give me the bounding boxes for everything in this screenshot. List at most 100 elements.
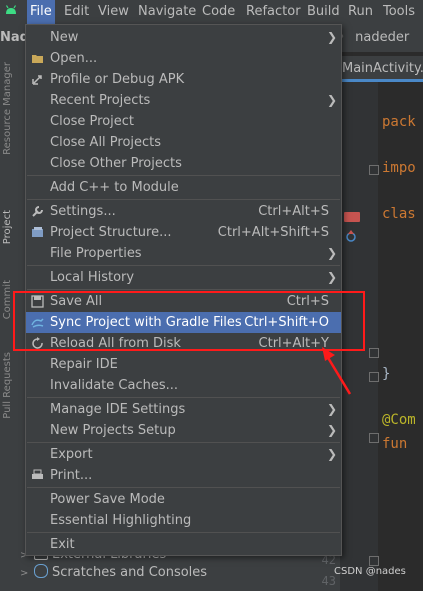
fold-marker-icon[interactable] — [369, 372, 379, 382]
menu-separator — [27, 397, 340, 398]
code-line: impo — [382, 160, 416, 176]
menu-separator — [27, 175, 340, 176]
menu-tools[interactable]: Tools — [380, 0, 415, 24]
side-tab-pull-requests[interactable]: Pull Requests — [2, 352, 13, 419]
submenu-arrow-icon: ❯ — [326, 402, 337, 416]
menu-item-repair-ide[interactable]: Repair IDE — [26, 354, 341, 375]
menu-item-label: Essential Highlighting — [50, 513, 192, 528]
menu-item-new-projects-setup[interactable]: New Projects Setup ❯ — [26, 420, 341, 441]
fold-marker-icon[interactable] — [369, 433, 379, 443]
menu-separator — [27, 199, 340, 200]
tree-item-scratches[interactable]: > Scratches and Consoles — [20, 563, 207, 583]
editor-tab-bar: MainActivity.kt — [340, 56, 423, 82]
menu-item-essential-highlighting[interactable]: Essential Highlighting — [26, 510, 341, 531]
code-line: } — [382, 366, 391, 382]
side-tab-project[interactable]: Project — [2, 210, 13, 244]
menu-item-file-properties[interactable]: File Properties ❯ — [26, 243, 341, 264]
menu-separator — [27, 265, 340, 266]
menu-item-label: Project Structure... — [50, 225, 172, 240]
scratches-icon — [34, 564, 48, 578]
menu-item-exit[interactable]: Exit — [26, 534, 341, 555]
code-line: pack — [382, 114, 416, 130]
submenu-arrow-icon: ❯ — [326, 246, 337, 260]
code-editor[interactable]: pack impo clas } @Com fun — [378, 82, 423, 591]
menu-separator — [27, 487, 340, 488]
menu-run[interactable]: Run — [345, 0, 373, 24]
project-structure-icon — [32, 227, 43, 237]
menu-separator — [27, 442, 340, 443]
submenu-arrow-icon: ❯ — [326, 270, 337, 284]
menu-item-label: New — [50, 30, 79, 45]
menu-item-manage-ide-settings[interactable]: Manage IDE Settings ❯ — [26, 399, 341, 420]
menu-build[interactable]: Build — [304, 0, 340, 24]
menu-item-label: Open... — [50, 51, 98, 66]
menu-file[interactable]: File — [27, 0, 55, 24]
menu-item-label: Close Project — [50, 114, 135, 129]
side-tab-commit[interactable]: Commit — [2, 280, 13, 319]
breadcrumb-item: nadeder — [355, 30, 410, 45]
menu-item-close-project[interactable]: Close Project — [26, 111, 341, 132]
menu-item-open[interactable]: Open... — [26, 48, 341, 69]
menu-item-label: New Projects Setup — [50, 423, 176, 438]
run-gutter-icon[interactable] — [344, 212, 360, 222]
folder-icon — [32, 55, 43, 63]
fold-marker-icon[interactable] — [369, 348, 379, 358]
code-line: @Com — [382, 412, 416, 428]
fold-marker-icon[interactable] — [369, 556, 379, 566]
menu-item-profile-or-debug-apk[interactable]: Profile or Debug APK — [26, 69, 341, 90]
menu-item-add-c++-to-module[interactable]: Add C++ to Module — [26, 177, 341, 198]
wrench-icon — [32, 206, 43, 217]
watermark: CSDN @nades — [334, 566, 406, 577]
menu-item-close-all-projects[interactable]: Close All Projects — [26, 132, 341, 153]
menu-item-new[interactable]: New ❯ — [26, 27, 341, 48]
menu-view[interactable]: View — [95, 0, 129, 24]
menu-item-label: Print... — [50, 468, 93, 483]
menu-item-label: File Properties — [50, 246, 142, 261]
menu-item-label: Add C++ to Module — [50, 180, 179, 195]
breadcrumb[interactable]: 〉 nadeder — [338, 24, 409, 52]
menu-item-label: Close All Projects — [50, 135, 162, 150]
menu-item-label: Profile or Debug APK — [50, 72, 185, 87]
menu-item-export[interactable]: Export ❯ — [26, 444, 341, 465]
menu-code[interactable]: Code — [199, 0, 235, 24]
menu-item-label: Power Save Mode — [50, 492, 165, 507]
menu-item-label: Exit — [50, 537, 75, 552]
tree-item-label: Scratches and Consoles — [52, 565, 208, 580]
menu-item-power-save-mode[interactable]: Power Save Mode — [26, 489, 341, 510]
submenu-arrow-icon: ❯ — [326, 93, 337, 107]
menu-item-label: Close Other Projects — [50, 156, 182, 171]
annotation-arrow-icon — [322, 347, 352, 395]
menu-separator — [27, 289, 340, 290]
menu-item-label: Invalidate Caches... — [50, 378, 179, 393]
menu-item-shortcut: Ctrl+Alt+S — [258, 204, 329, 219]
profile-icon — [32, 75, 42, 85]
menu-item-print[interactable]: Print... — [26, 465, 341, 486]
menu-edit[interactable]: Edit — [61, 0, 89, 24]
menu-item-close-other-projects[interactable]: Close Other Projects — [26, 153, 341, 174]
android-studio-logo-icon — [5, 5, 17, 14]
fold-marker-icon[interactable] — [369, 165, 379, 175]
menu-item-label: Export — [50, 447, 93, 462]
override-marker-icon[interactable] — [345, 230, 357, 242]
menu-item-label: Repair IDE — [50, 357, 118, 372]
menu-item-label: Settings... — [50, 204, 116, 219]
menu-item-invalidate-caches[interactable]: Invalidate Caches... — [26, 375, 341, 396]
menu-bar: File Edit View Navigate Code Refactor Build Run… — [0, 0, 423, 24]
menu-item-local-history[interactable]: Local History ❯ — [26, 267, 341, 288]
side-tab-resource-manager[interactable]: Resource Manager — [2, 62, 13, 155]
menu-item-shortcut: Ctrl+Alt+Shift+S — [217, 225, 329, 240]
chevron-right-icon: > — [20, 568, 29, 579]
annotation-highlight-box — [13, 291, 365, 351]
menu-item-recent-projects[interactable]: Recent Projects ❯ — [26, 90, 341, 111]
submenu-arrow-icon: ❯ — [326, 30, 337, 44]
print-icon — [32, 469, 43, 479]
menu-refactor[interactable]: Refactor — [243, 0, 301, 24]
menu-navigate[interactable]: Navigate — [135, 0, 196, 24]
code-line: fun — [382, 436, 408, 452]
menu-item-label: Recent Projects — [50, 93, 151, 108]
menu-item-settings[interactable]: Settings... Ctrl+Alt+S — [26, 201, 341, 222]
menu-item-label: Manage IDE Settings — [50, 402, 186, 417]
file-menu-dropdown: New ❯ Open... Profile or Debug APK Recent Pr… — [25, 24, 342, 556]
menu-separator — [27, 532, 340, 533]
menu-item-project-structure[interactable]: Project Structure... Ctrl+Alt+Shift+S — [26, 222, 341, 243]
